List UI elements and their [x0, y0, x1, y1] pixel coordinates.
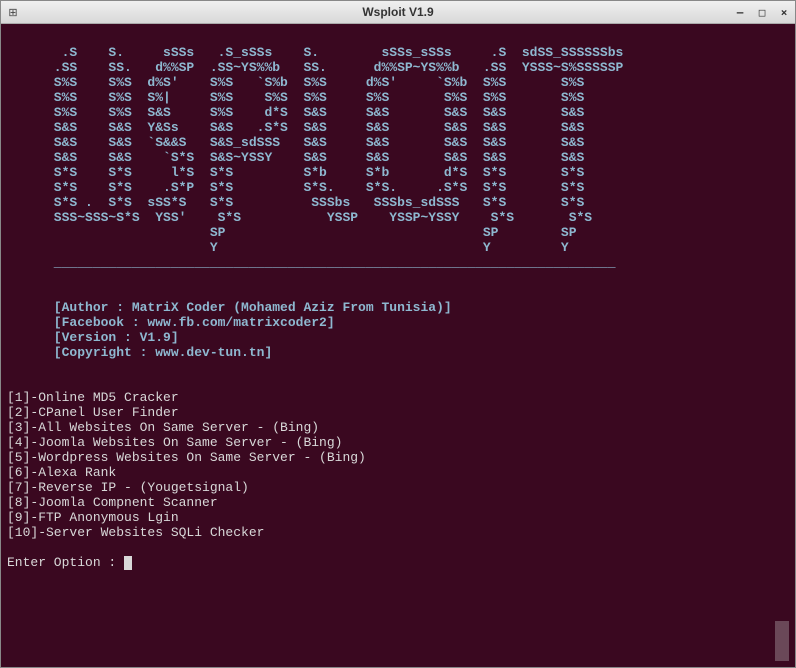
ascii-banner: .S S. sSSs .S_sSSs S. sSSs_sSSs .S sdSS_…	[7, 45, 623, 255]
menu-option-3: [3]-All Websites On Same Server - (Bing)	[7, 420, 319, 435]
menu-option-5: [5]-Wordpress Websites On Same Server - …	[7, 450, 366, 465]
scrollbar-thumb[interactable]	[775, 621, 789, 661]
scrollbar[interactable]	[775, 30, 789, 661]
menu-option-7: [7]-Reverse IP - (Yougetsignal)	[7, 480, 249, 495]
copyright-info: [Copyright : www.dev-tun.tn]	[7, 345, 272, 360]
terminal-content: .S S. sSSs .S_sSSs S. sSSs_sSSs .S sdSS_…	[7, 30, 775, 661]
close-button[interactable]: ×	[777, 5, 791, 19]
terminal-icon: ⊞	[5, 4, 21, 20]
menu-option-8: [8]-Joomla Compnent Scanner	[7, 495, 218, 510]
menu-option-10: [10]-Server Websites SQLi Checker	[7, 525, 264, 540]
facebook-info: [Facebook : www.fb.com/matrixcoder2]	[7, 315, 335, 330]
terminal-area[interactable]: .S S. sSSs .S_sSSs S. sSSs_sSSs .S sdSS_…	[1, 24, 795, 667]
menu-option-9: [9]-FTP Anonymous Lgin	[7, 510, 179, 525]
window-controls: – □ ×	[733, 5, 791, 19]
separator-line: ________________________________________…	[7, 255, 616, 270]
titlebar[interactable]: ⊞ Wsploit V1.9 – □ ×	[1, 1, 795, 24]
menu-option-6: [6]-Alexa Rank	[7, 465, 116, 480]
author-info: [Author : MatriX Coder (Mohamed Aziz Fro…	[7, 300, 452, 315]
application-window: ⊞ Wsploit V1.9 – □ × .S S. sSSs .S_sSSs …	[0, 0, 796, 668]
menu-option-2: [2]-CPanel User Finder	[7, 405, 179, 420]
version-info: [Version : V1.9]	[7, 330, 179, 345]
input-prompt: Enter Option :	[7, 555, 124, 570]
maximize-button[interactable]: □	[755, 5, 769, 19]
minimize-button[interactable]: –	[733, 5, 747, 19]
titlebar-left: ⊞	[5, 4, 21, 20]
menu-option-1: [1]-Online MD5 Cracker	[7, 390, 179, 405]
window-title: Wsploit V1.9	[362, 5, 433, 19]
menu-option-4: [4]-Joomla Websites On Same Server - (Bi…	[7, 435, 342, 450]
cursor[interactable]	[124, 556, 132, 570]
